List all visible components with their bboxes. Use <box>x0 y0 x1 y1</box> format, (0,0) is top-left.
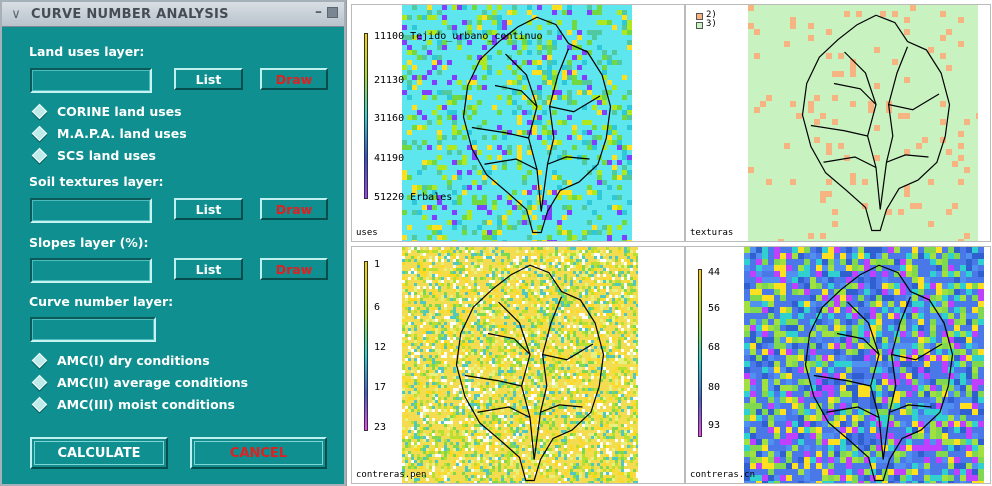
map-panel-pen[interactable]: 1 6 12 17 23 contreras.pen <box>351 246 685 484</box>
map-display-area: 11100 Tejido_urbano_continuo 21130 31160… <box>346 0 992 486</box>
cn-legend-bar <box>698 269 702 437</box>
slopes-list-button[interactable]: List <box>174 258 243 280</box>
window-menu-icon[interactable]: ∨ <box>7 5 25 23</box>
cancel-button[interactable]: CANCEL <box>190 437 327 469</box>
land-uses-draw-button[interactable]: Draw <box>260 68 328 90</box>
soil-textures-label: Soil textures layer: <box>29 174 164 189</box>
cn-legend-label: 80 <box>708 382 721 393</box>
maximize-icon[interactable] <box>327 7 338 18</box>
cn-legend-label: 56 <box>708 303 721 314</box>
radio-label: CORINE land uses <box>57 104 182 119</box>
texturas-caption: texturas <box>690 228 734 238</box>
radio-amc-average[interactable]: AMC(II) average conditions <box>31 374 249 391</box>
uses-legend-bar <box>364 33 368 199</box>
uses-legend-label: 11100 Tejido_urbano_continuo <box>374 31 543 42</box>
pen-legend-label: 23 <box>374 422 387 433</box>
texturas-legend-label: 3) <box>706 19 717 29</box>
minimize-icon[interactable]: – <box>315 4 322 20</box>
radio-diamond-icon <box>31 396 48 413</box>
radio-label: AMC(III) moist conditions <box>57 397 235 412</box>
radio-diamond-icon <box>31 103 48 120</box>
map-panel-cn[interactable]: 44 56 68 80 93 contreras.cn <box>685 246 991 484</box>
pen-legend-label: 12 <box>374 342 387 353</box>
uses-legend-label: 31160 <box>374 113 405 124</box>
curve-number-label: Curve number layer: <box>29 294 174 309</box>
uses-legend-label: 21130 <box>374 75 405 86</box>
slopes-input[interactable] <box>30 258 152 283</box>
land-uses-input[interactable] <box>30 68 152 93</box>
cn-caption: contreras.cn <box>690 470 756 480</box>
radio-corine[interactable]: CORINE land uses <box>31 103 182 120</box>
radio-mapa[interactable]: M.A.P.A. land uses <box>31 125 187 142</box>
slopes-draw-button[interactable]: Draw <box>260 258 328 280</box>
pen-legend-label: 6 <box>374 302 381 313</box>
radio-amc-moist[interactable]: AMC(III) moist conditions <box>31 396 235 413</box>
radio-diamond-icon <box>31 125 48 142</box>
dialog-title: CURVE NUMBER ANALYSIS <box>31 6 229 22</box>
map-panel-uses[interactable]: 11100 Tejido_urbano_continuo 21130 31160… <box>351 4 685 242</box>
soil-textures-input[interactable] <box>30 198 152 223</box>
curve-number-dialog: ∨ CURVE NUMBER ANALYSIS – Land uses laye… <box>0 0 346 486</box>
radio-label: SCS land uses <box>57 148 156 163</box>
uses-legend-label: 41190 <box>374 153 405 164</box>
radio-scs[interactable]: SCS land uses <box>31 147 156 164</box>
uses-legend-label: 51220 Erbales <box>374 192 453 203</box>
soil-textures-list-button[interactable]: List <box>174 198 243 220</box>
slopes-label: Slopes layer (%): <box>29 235 149 250</box>
texturas-swatch <box>696 13 703 20</box>
radio-diamond-icon <box>31 147 48 164</box>
pen-legend-label: 1 <box>374 259 381 270</box>
cn-legend-label: 93 <box>708 420 721 431</box>
texturas-swatch <box>696 22 703 29</box>
pen-legend-label: 17 <box>374 382 387 393</box>
calculate-button[interactable]: CALCULATE <box>30 437 168 469</box>
radio-diamond-icon <box>31 352 48 369</box>
radio-diamond-icon <box>31 374 48 391</box>
radio-label: AMC(II) average conditions <box>57 375 249 390</box>
cn-raster <box>744 247 984 483</box>
land-uses-label: Land uses layer: <box>29 44 145 59</box>
land-uses-list-button[interactable]: List <box>174 68 243 90</box>
soil-textures-draw-button[interactable]: Draw <box>260 198 328 220</box>
radio-label: AMC(I) dry conditions <box>57 353 210 368</box>
pen-legend-bar <box>364 261 368 431</box>
radio-amc-dry[interactable]: AMC(I) dry conditions <box>31 352 210 369</box>
curve-number-input[interactable] <box>30 317 156 342</box>
map-panel-texturas[interactable]: 2) 3) texturas <box>685 4 991 242</box>
pen-caption: contreras.pen <box>356 470 427 480</box>
texturas-raster <box>748 5 978 241</box>
cn-legend-label: 68 <box>708 342 721 353</box>
dialog-titlebar[interactable]: ∨ CURVE NUMBER ANALYSIS – <box>2 2 344 27</box>
uses-caption: uses <box>356 228 378 238</box>
cn-legend-label: 44 <box>708 267 721 278</box>
pen-raster <box>402 247 638 483</box>
radio-label: M.A.P.A. land uses <box>57 126 187 141</box>
